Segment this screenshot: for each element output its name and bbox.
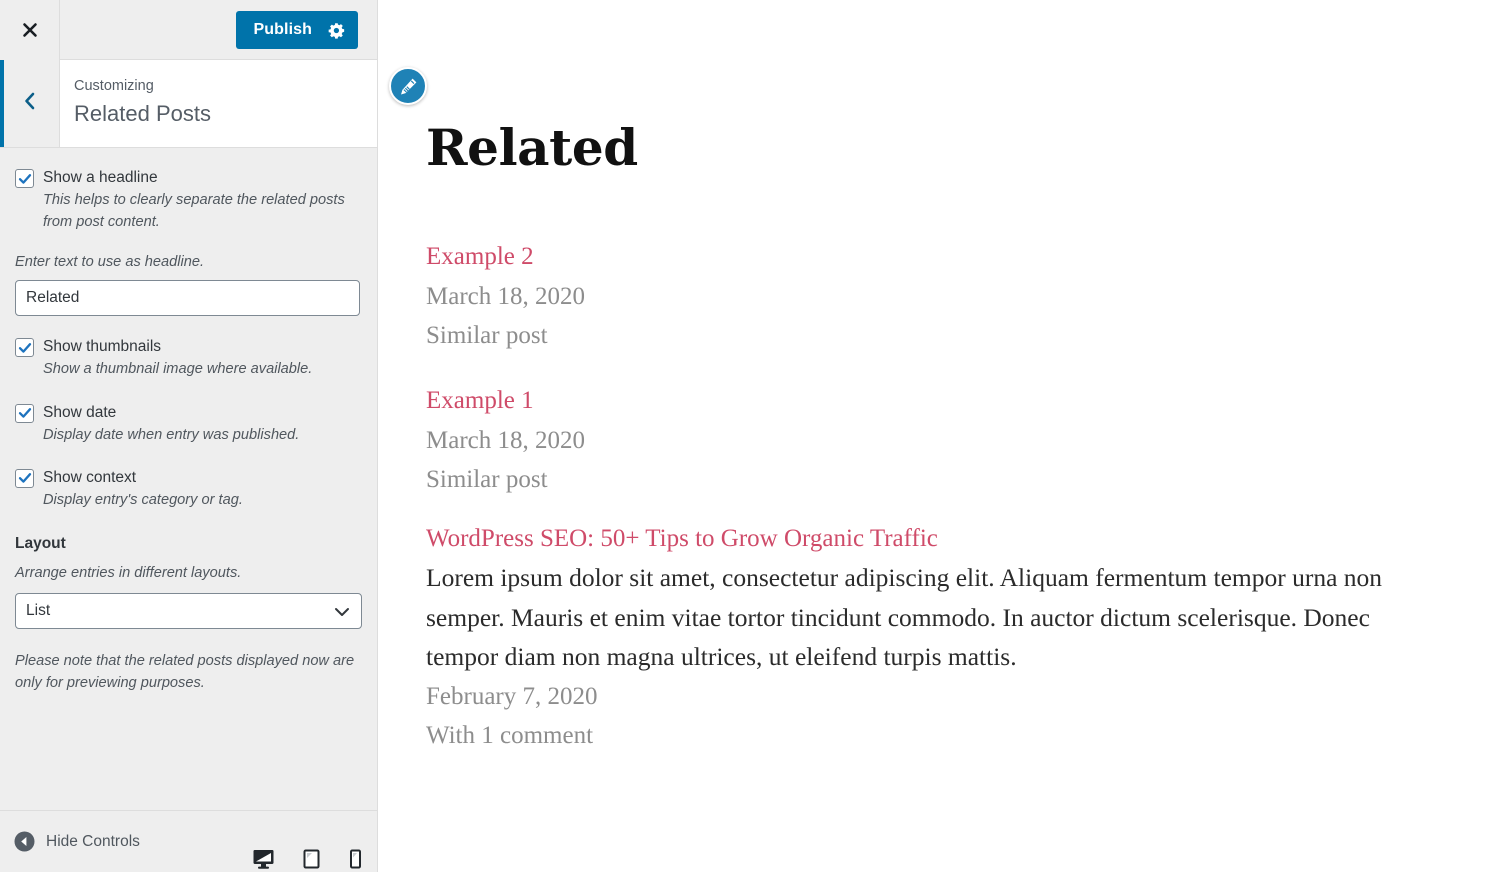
post-excerpt: Lorem ipsum dolor sit amet, consectetur … — [426, 563, 1383, 672]
control-show-context: Show context Display entry's category or… — [15, 468, 361, 511]
tablet-icon[interactable] — [302, 848, 321, 870]
control-description: Display date when entry was published. — [43, 426, 300, 443]
post-date: March 18, 2020 — [426, 426, 585, 454]
publish-button[interactable]: Publish — [235, 11, 358, 49]
customizer-screen: Publish Customizing Related Posts Show a… — [0, 0, 1500, 872]
checkbox-row[interactable]: Show a headline — [15, 168, 361, 188]
panel-header: Customizing Related Posts — [0, 60, 377, 148]
panel-titles: Customizing Related Posts — [60, 60, 211, 147]
mobile-icon[interactable] — [348, 848, 363, 870]
checkbox-row[interactable]: Show thumbnails — [15, 337, 361, 358]
post-title-link[interactable]: Example 1 — [426, 382, 1456, 421]
control-show-thumbnails: Show thumbnails Show a thumbnail image w… — [15, 337, 361, 380]
desktop-icon[interactable] — [252, 848, 275, 870]
layout-description: Arrange entries in different layouts. — [15, 564, 242, 581]
headline-input[interactable] — [15, 280, 360, 317]
checkbox-show-date[interactable] — [15, 403, 34, 423]
control-description: This helps to clearly separate the relat… — [43, 192, 345, 231]
post-title-link[interactable]: Example 2 — [426, 238, 1456, 277]
control-description: Display entry's category or tag. — [43, 491, 243, 508]
headline-field-label: Enter text to use as headline. — [15, 254, 205, 271]
post-context: Similar post — [426, 466, 548, 493]
control-headline-text: Enter text to use as headline. — [15, 254, 361, 317]
post-date: February 7, 2020 — [426, 682, 598, 710]
page-title: Related Posts — [74, 100, 211, 126]
post-date: March 18, 2020 — [426, 282, 585, 310]
checkbox-show-headline[interactable] — [15, 169, 34, 188]
checkbox-show-context[interactable] — [15, 468, 34, 488]
hide-controls-button[interactable]: Hide Controls — [14, 831, 140, 852]
site-preview: Related Example 2 March 18, 2020 Similar… — [379, 0, 1500, 872]
pencil-edit-icon[interactable] — [389, 67, 427, 105]
list-item: Example 2 March 18, 2020 Similar post — [426, 238, 1456, 356]
collapse-left-icon — [14, 831, 35, 852]
publish-label: Publish — [253, 21, 312, 38]
checkbox-row[interactable]: Show date — [15, 403, 361, 423]
sidebar-footer: Hide Controls — [0, 810, 377, 872]
hide-controls-label: Hide Controls — [46, 832, 140, 850]
gear-icon[interactable] — [328, 22, 345, 39]
panel-back-button[interactable] — [0, 60, 60, 147]
checkbox-show-thumbnails[interactable] — [15, 338, 34, 358]
checkbox-label[interactable]: Show a headline — [43, 168, 158, 187]
chevron-left-icon — [21, 90, 39, 117]
control-show-date: Show date Display date when entry was pu… — [15, 403, 361, 446]
customizer-topbar: Publish — [0, 0, 377, 60]
preview-note: Please note that the related posts displ… — [15, 653, 355, 692]
related-heading: Related — [426, 118, 638, 177]
control-show-headline: Show a headline This helps to clearly se… — [15, 168, 361, 233]
device-preview-group — [252, 848, 363, 872]
list-item: Example 1 March 18, 2020 Similar post — [426, 382, 1456, 500]
layout-select[interactable]: List — [15, 593, 362, 630]
related-posts-list: Example 2 March 18, 2020 Similar post Ex… — [426, 238, 1456, 780]
control-description: Show a thumbnail image where available. — [43, 361, 313, 378]
post-title-link[interactable]: WordPress SEO: 50+ Tips to Grow Organic … — [426, 520, 1456, 559]
list-item: WordPress SEO: 50+ Tips to Grow Organic … — [426, 520, 1456, 756]
post-context: Similar post — [426, 322, 548, 350]
close-customizer-button[interactable] — [0, 0, 60, 60]
post-context: With 1 comment — [426, 722, 594, 750]
close-icon — [20, 20, 40, 40]
layout-select-value: List — [26, 602, 51, 620]
layout-section-title: Layout — [15, 534, 66, 552]
control-layout: Layout Arrange entries in different layo… — [15, 534, 362, 630]
layout-select-wrap: List — [15, 593, 362, 630]
checkbox-row[interactable]: Show context — [15, 468, 361, 488]
breadcrumb: Customizing — [74, 78, 154, 94]
checkbox-label[interactable]: Show date — [43, 403, 116, 422]
checkbox-label[interactable]: Show thumbnails — [43, 337, 161, 356]
control-list: Show a headline This helps to clearly se… — [0, 148, 377, 810]
checkbox-label[interactable]: Show context — [43, 468, 136, 487]
customizer-sidebar: Publish Customizing Related Posts Show a… — [0, 0, 378, 872]
